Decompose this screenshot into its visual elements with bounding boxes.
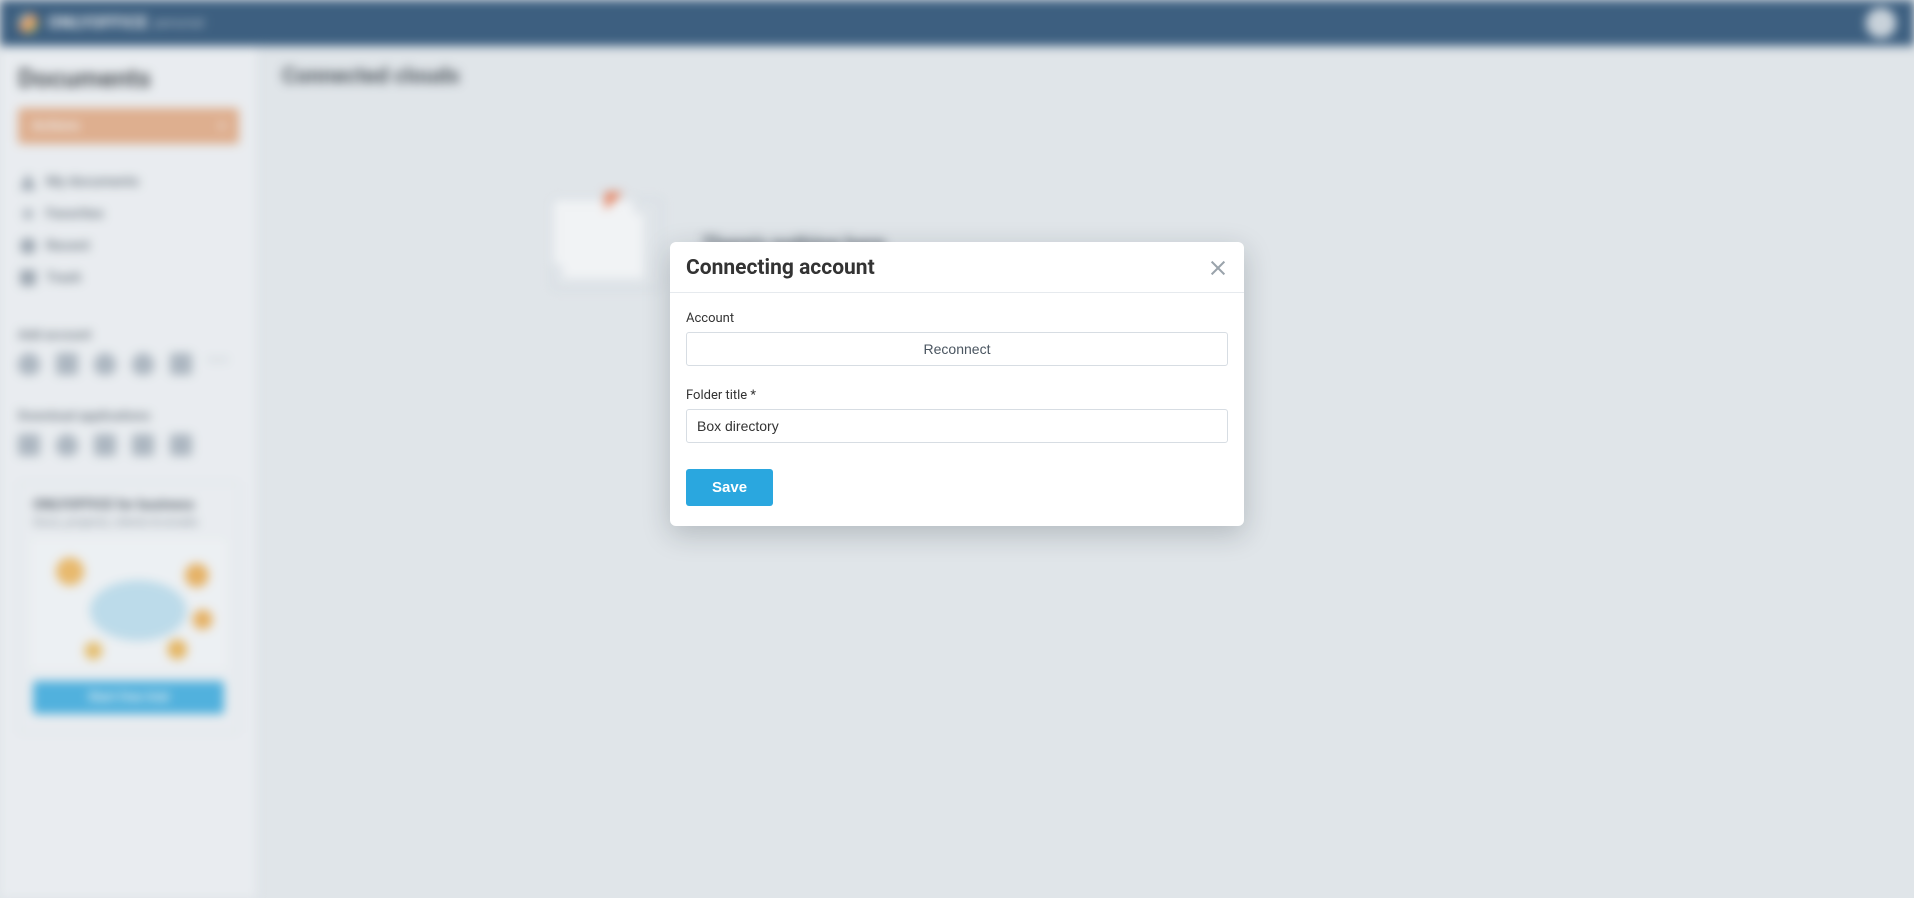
reconnect-button[interactable]: Reconnect [686,332,1228,366]
folder-title-label: Folder title * [686,388,1228,403]
folder-title-input[interactable] [686,409,1228,443]
modal-overlay: Connecting account Account Reconnect Fol… [0,0,1914,898]
close-icon[interactable] [1208,258,1228,278]
connecting-account-modal: Connecting account Account Reconnect Fol… [670,242,1244,526]
modal-body: Account Reconnect Folder title * Save [670,293,1244,526]
modal-title: Connecting account [686,256,875,280]
save-button[interactable]: Save [686,469,773,506]
account-label: Account [686,311,1228,326]
modal-header: Connecting account [670,242,1244,293]
